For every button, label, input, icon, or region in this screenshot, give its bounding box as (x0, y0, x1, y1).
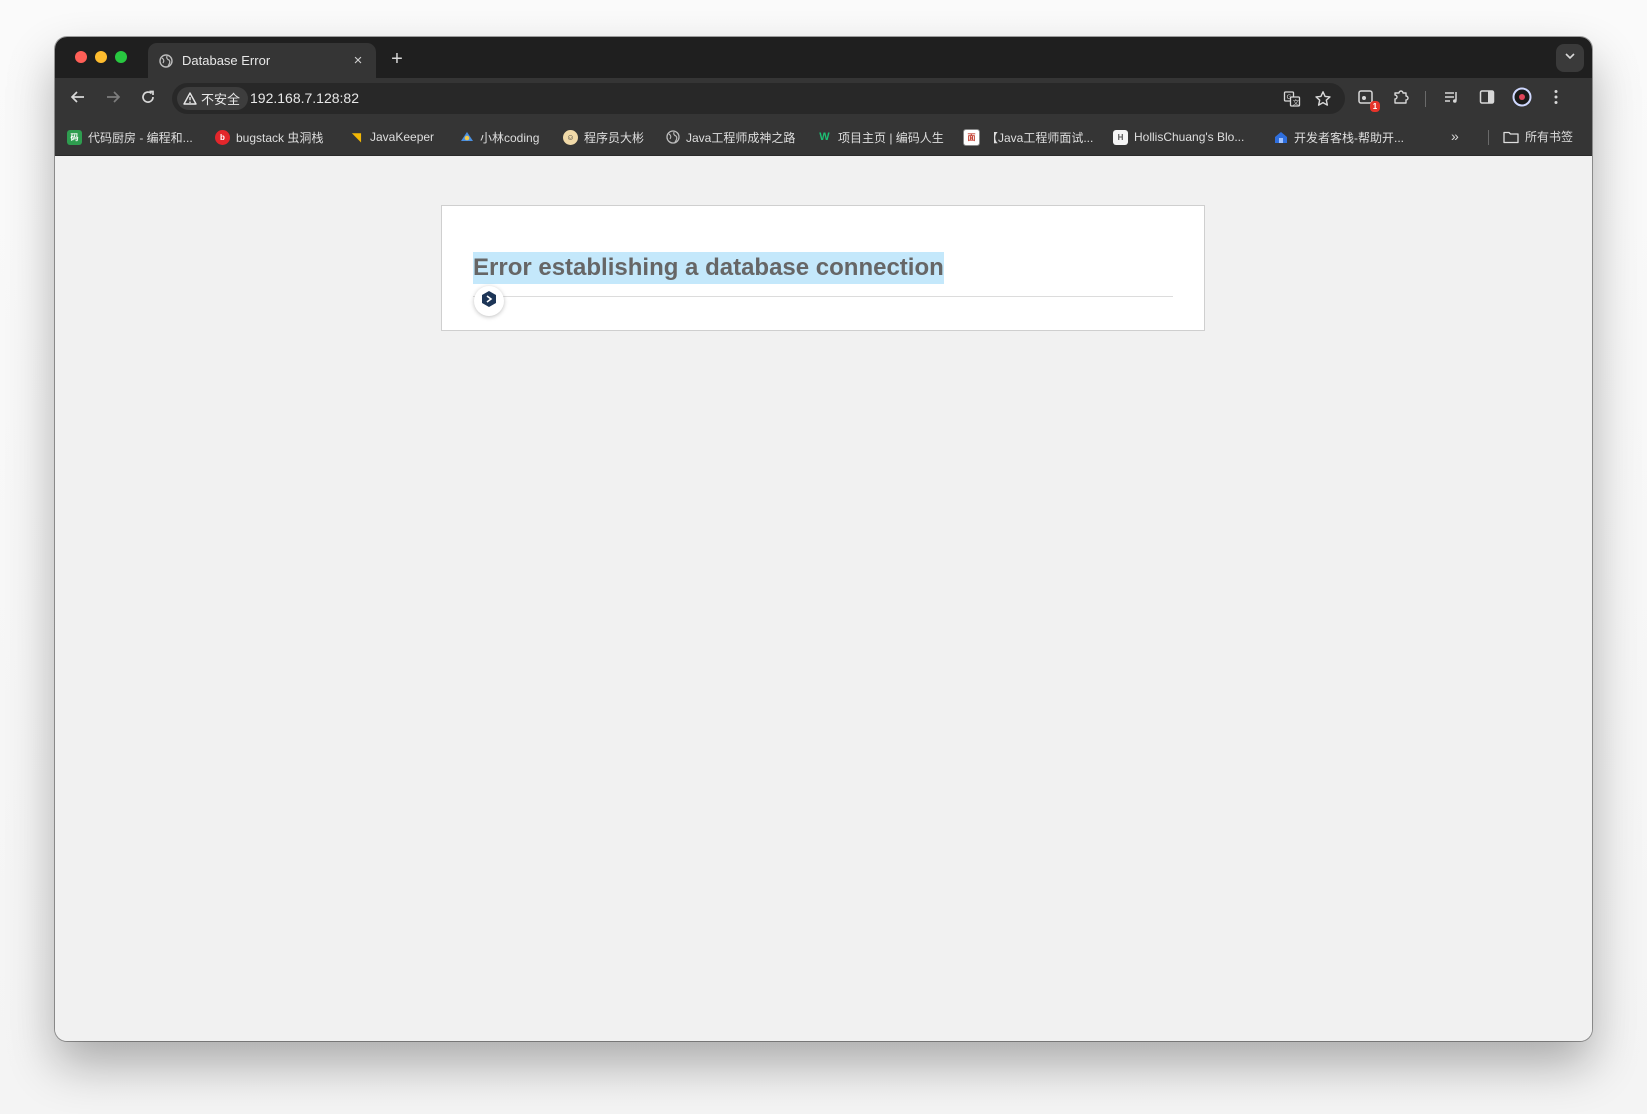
new-tab-button[interactable]: + (386, 48, 408, 70)
svg-text:G: G (1287, 93, 1292, 101)
all-bookmarks-button[interactable]: 所有书签 (1503, 128, 1573, 145)
bookmark-item[interactable]: 开发者客栈-帮助开... (1273, 128, 1404, 146)
bookmark-label: bugstack 虫洞栈 (236, 130, 324, 145)
music-queue-icon (1443, 88, 1461, 111)
back-button[interactable] (65, 86, 91, 112)
extension-button[interactable]: 1 (1354, 87, 1380, 112)
chevron-down-icon (1564, 49, 1576, 67)
dabin-icon: ☺ (563, 129, 578, 145)
browser-toolbar: 不安全 192.168.7.128:82 G文 1 (55, 78, 1592, 119)
url-text[interactable]: 192.168.7.128:82 (250, 90, 359, 106)
extensions-button[interactable] (1389, 87, 1413, 111)
tab-title: Database Error (182, 53, 271, 68)
code-kitchen-icon: 码 (67, 129, 82, 145)
globe-icon (665, 130, 680, 145)
hollis-icon: H (1113, 129, 1128, 145)
page-content: Error establishing a database connection (55, 156, 1592, 1041)
xiaolin-icon (459, 130, 474, 145)
side-panel-button[interactable] (1475, 87, 1499, 111)
avatar-icon (1512, 87, 1532, 112)
address-bar[interactable]: 不安全 192.168.7.128:82 G文 (172, 83, 1345, 114)
w-icon: W (819, 131, 830, 143)
bookmark-item[interactable]: 小林coding (459, 128, 539, 146)
bookmark-item[interactable]: ☺ 程序员大彬 (563, 128, 644, 146)
security-label: 不安全 (201, 92, 241, 107)
bookmarks-divider (1488, 130, 1489, 145)
more-bookmarks-button[interactable]: » (1451, 128, 1459, 144)
extension-badge: 1 (1370, 101, 1380, 112)
puzzle-icon (1392, 88, 1410, 111)
hexagon-logo-icon (480, 290, 498, 313)
bookmark-label: 开发者客栈-帮助开... (1294, 130, 1404, 145)
desktop-background: Database Error × + 不安全 192.168.7.128:82 … (0, 0, 1647, 1114)
arrow-right-icon (105, 89, 121, 110)
star-icon[interactable] (1312, 88, 1334, 110)
bookmark-label: JavaKeeper (370, 130, 435, 144)
menu-button[interactable] (1544, 87, 1568, 111)
arrow-left-icon (70, 89, 86, 110)
tab-search-button[interactable] (1556, 44, 1584, 72)
bookmark-item[interactable]: W 项目主页 | 编码人生 (817, 128, 944, 146)
bookmarks-bar: 码 代码厨房 - 编程和... b bugstack 虫洞栈 ◥ JavaKee… (55, 119, 1592, 156)
browser-window: Database Error × + 不安全 192.168.7.128:82 … (55, 37, 1592, 1041)
bookmark-label: 代码厨房 - 编程和... (88, 130, 193, 145)
reload-icon (140, 89, 156, 110)
tab-database-error[interactable]: Database Error × (148, 43, 376, 78)
folder-icon (1503, 130, 1519, 144)
media-controls-button[interactable] (1440, 87, 1464, 111)
bookmark-label: Java工程师成神之路 (686, 130, 796, 145)
bookmark-label: 小林coding (480, 130, 540, 145)
bookmark-item[interactable]: b bugstack 虫洞栈 (215, 128, 323, 146)
translate-icon[interactable]: G文 (1281, 88, 1303, 110)
all-bookmarks-label: 所有书签 (1525, 130, 1574, 144)
window-maximize-button[interactable] (115, 51, 127, 63)
bookmark-item[interactable]: 码 代码厨房 - 编程和... (67, 128, 193, 146)
window-close-button[interactable] (75, 51, 87, 63)
bookmark-label: 项目主页 | 编码人生 (838, 130, 944, 145)
interview-icon: 面 (963, 128, 980, 146)
window-minimize-button[interactable] (95, 51, 107, 63)
warning-icon (183, 92, 197, 105)
more-vertical-icon (1553, 88, 1559, 111)
bookmark-label: 程序员大彬 (584, 130, 645, 145)
bugstack-icon: b (215, 129, 230, 145)
bookmark-item[interactable]: H HollisChuang's Blo... (1113, 128, 1244, 146)
error-box: Error establishing a database connection (441, 205, 1205, 331)
profile-avatar[interactable] (1510, 87, 1534, 111)
bookmark-label: HollisChuang's Blo... (1134, 130, 1245, 144)
bookmark-item[interactable]: 面 【Java工程师面试... (963, 128, 1093, 146)
side-panel-icon (1478, 88, 1496, 111)
tab-strip: Database Error × + (55, 37, 1592, 78)
heading-divider (473, 296, 1173, 297)
forward-button[interactable] (100, 86, 126, 112)
toolbar-divider (1425, 91, 1426, 107)
error-heading: Error establishing a database connection (473, 252, 944, 284)
kezhan-icon (1273, 130, 1288, 145)
close-icon[interactable]: × (348, 51, 368, 71)
bookmark-label: 【Java工程师面试... (986, 130, 1094, 145)
javakeeper-icon: ◥ (351, 130, 362, 144)
reload-button[interactable] (135, 86, 161, 112)
globe-icon (158, 53, 174, 69)
svg-text:文: 文 (1293, 98, 1300, 107)
bookmark-item[interactable]: ◥ JavaKeeper (349, 128, 434, 146)
security-chip[interactable]: 不安全 (177, 87, 249, 110)
floating-tool-button[interactable] (474, 286, 504, 316)
bookmark-item[interactable]: Java工程师成神之路 (665, 128, 795, 146)
